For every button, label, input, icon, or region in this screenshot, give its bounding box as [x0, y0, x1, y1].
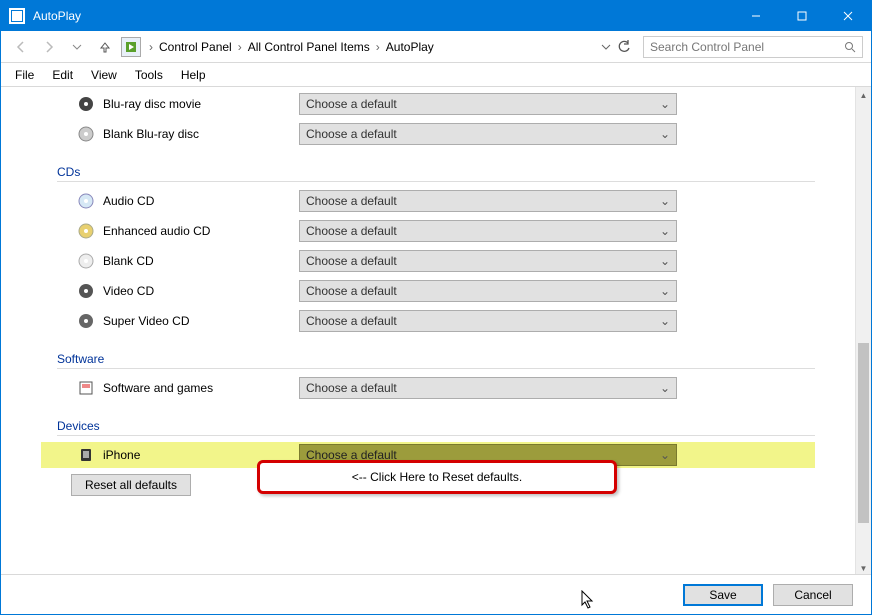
dropdown-value: Choose a default [306, 284, 397, 298]
setting-row: Super Video CD Choose a default ⌄ [41, 308, 815, 334]
menu-view[interactable]: View [83, 66, 125, 84]
software-icon [77, 379, 95, 397]
minimize-button[interactable] [733, 1, 779, 31]
setting-row: Blu-ray disc movie Choose a default ⌄ [41, 91, 815, 117]
footer: Save Cancel [1, 574, 871, 614]
setting-row: Blank CD Choose a default ⌄ [41, 248, 815, 274]
menu-bar: File Edit View Tools Help [1, 63, 871, 87]
forward-button[interactable] [37, 35, 61, 59]
setting-dropdown[interactable]: Choose a default ⌄ [299, 280, 677, 302]
dropdown-value: Choose a default [306, 254, 397, 268]
breadcrumbs[interactable]: › Control Panel › All Control Panel Item… [145, 38, 589, 56]
setting-row: Enhanced audio CD Choose a default ⌄ [41, 218, 815, 244]
breadcrumb-item[interactable]: All Control Panel Items [244, 38, 374, 56]
chevron-down-icon: ⌄ [660, 448, 670, 462]
chevron-down-icon: ⌄ [660, 224, 670, 238]
app-icon [9, 8, 25, 24]
setting-label: Enhanced audio CD [103, 224, 299, 238]
device-icon [77, 446, 95, 464]
dropdown-value: Choose a default [306, 127, 397, 141]
setting-row: Software and games Choose a default ⌄ [41, 375, 815, 401]
breadcrumb-item[interactable]: AutoPlay [382, 38, 438, 56]
maximize-button[interactable] [779, 1, 825, 31]
cancel-label: Cancel [794, 588, 831, 602]
menu-edit[interactable]: Edit [44, 66, 81, 84]
search-placeholder: Search Control Panel [650, 40, 764, 54]
setting-label: Software and games [103, 381, 299, 395]
reset-defaults-label: Reset all defaults [85, 478, 177, 492]
chevron-down-icon: ⌄ [660, 254, 670, 268]
window-controls [733, 1, 871, 31]
section-header-cds: CDs [57, 165, 815, 182]
setting-label: Video CD [103, 284, 299, 298]
chevron-right-icon: › [376, 40, 380, 54]
setting-dropdown[interactable]: Choose a default ⌄ [299, 250, 677, 272]
dropdown-value: Choose a default [306, 381, 397, 395]
window-title: AutoPlay [33, 9, 733, 23]
dropdown-value: Choose a default [306, 97, 397, 111]
save-button[interactable]: Save [683, 584, 763, 606]
menu-help[interactable]: Help [173, 66, 214, 84]
disc-icon [77, 252, 95, 270]
close-button[interactable] [825, 1, 871, 31]
content-area: Blu-ray disc movie Choose a default ⌄ Bl… [1, 87, 871, 576]
cancel-button[interactable]: Cancel [773, 584, 853, 606]
back-button[interactable] [9, 35, 33, 59]
chevron-down-icon[interactable] [601, 42, 611, 52]
dropdown-value: Choose a default [306, 314, 397, 328]
dropdown-value: Choose a default [306, 224, 397, 238]
setting-label: Audio CD [103, 194, 299, 208]
setting-label: Blu-ray disc movie [103, 97, 299, 111]
annotation-callout: <-- Click Here to Reset defaults. [257, 460, 617, 494]
chevron-down-icon: ⌄ [660, 194, 670, 208]
setting-dropdown[interactable]: Choose a default ⌄ [299, 377, 677, 399]
section-header-devices: Devices [57, 419, 815, 436]
refresh-icon[interactable] [617, 40, 631, 54]
section-header-software: Software [57, 352, 815, 369]
menu-file[interactable]: File [7, 66, 42, 84]
setting-row: Blank Blu-ray disc Choose a default ⌄ [41, 121, 815, 147]
up-button[interactable] [93, 35, 117, 59]
setting-label: Super Video CD [103, 314, 299, 328]
vertical-scrollbar[interactable]: ▲ ▼ [855, 87, 871, 576]
autoplay-icon [121, 37, 141, 57]
scrollbar-track[interactable] [856, 103, 871, 560]
disc-icon [77, 125, 95, 143]
search-input[interactable]: Search Control Panel [643, 36, 863, 58]
menu-tools[interactable]: Tools [127, 66, 171, 84]
setting-label: Blank Blu-ray disc [103, 127, 299, 141]
chevron-right-icon: › [149, 40, 153, 54]
setting-label: Blank CD [103, 254, 299, 268]
disc-icon [77, 222, 95, 240]
setting-row: Video CD Choose a default ⌄ [41, 278, 815, 304]
setting-dropdown[interactable]: Choose a default ⌄ [299, 93, 677, 115]
setting-row: Audio CD Choose a default ⌄ [41, 188, 815, 214]
annotation-text: <-- Click Here to Reset defaults. [352, 470, 522, 484]
chevron-down-icon: ⌄ [660, 314, 670, 328]
setting-dropdown[interactable]: Choose a default ⌄ [299, 190, 677, 212]
setting-dropdown[interactable]: Choose a default ⌄ [299, 220, 677, 242]
save-label: Save [709, 588, 736, 602]
search-icon [844, 41, 856, 53]
chevron-down-icon: ⌄ [660, 127, 670, 141]
chevron-down-icon: ⌄ [660, 284, 670, 298]
chevron-down-icon: ⌄ [660, 381, 670, 395]
setting-dropdown[interactable]: Choose a default ⌄ [299, 123, 677, 145]
breadcrumb-item[interactable]: Control Panel [155, 38, 236, 56]
dropdown-value: Choose a default [306, 194, 397, 208]
disc-icon [77, 192, 95, 210]
disc-icon [77, 282, 95, 300]
reset-defaults-button[interactable]: Reset all defaults [71, 474, 191, 496]
disc-icon [77, 312, 95, 330]
setting-dropdown[interactable]: Choose a default ⌄ [299, 310, 677, 332]
recent-locations-button[interactable] [65, 35, 89, 59]
address-bar: › Control Panel › All Control Panel Item… [1, 31, 871, 63]
scrollbar-thumb[interactable] [858, 343, 869, 523]
scroll-up-button[interactable]: ▲ [856, 87, 871, 103]
disc-icon [77, 95, 95, 113]
chevron-down-icon: ⌄ [660, 97, 670, 111]
titlebar: AutoPlay [1, 1, 871, 31]
chevron-right-icon: › [238, 40, 242, 54]
